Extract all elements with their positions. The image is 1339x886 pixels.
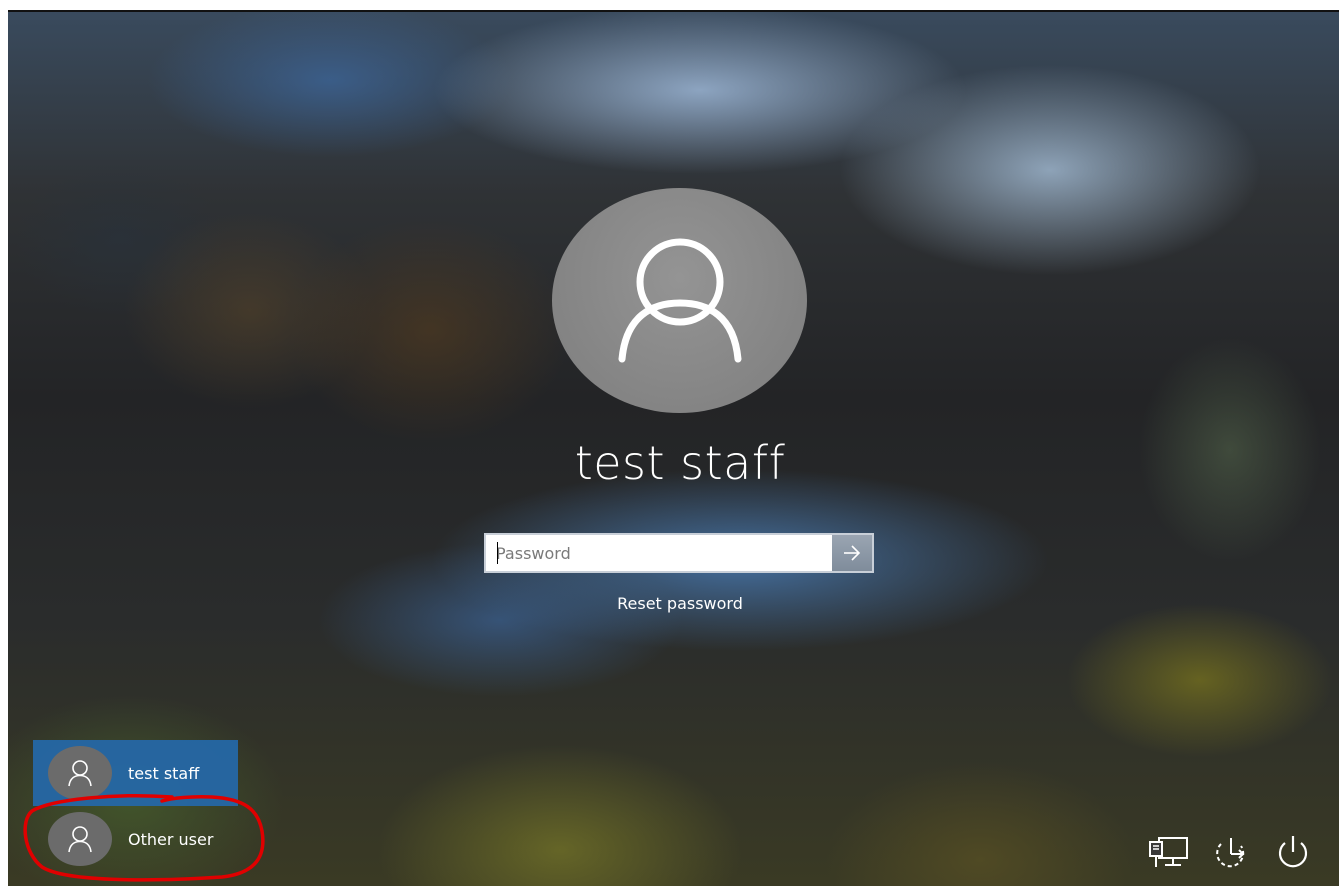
arrow-right-icon bbox=[844, 545, 861, 561]
user-avatar-small bbox=[48, 746, 112, 800]
selected-user-name: test staff bbox=[574, 436, 786, 490]
screenshot-top-border bbox=[0, 0, 1339, 12]
person-icon bbox=[68, 826, 92, 853]
ease-of-access-icon[interactable] bbox=[1209, 832, 1253, 872]
user-list: test staff Other user bbox=[33, 740, 238, 872]
user-list-item-test-staff[interactable]: test staff bbox=[33, 740, 238, 806]
password-box bbox=[484, 533, 874, 573]
system-tray bbox=[1129, 830, 1315, 874]
network-icon[interactable] bbox=[1147, 832, 1191, 872]
submit-button[interactable] bbox=[832, 535, 872, 571]
person-icon bbox=[68, 760, 92, 787]
user-avatar-large bbox=[552, 188, 807, 413]
user-list-item-label: Other user bbox=[128, 829, 214, 849]
text-caret bbox=[497, 542, 498, 564]
screenshot-left-border bbox=[0, 0, 8, 886]
power-icon[interactable] bbox=[1271, 832, 1315, 872]
user-avatar-small bbox=[48, 812, 112, 866]
person-icon bbox=[618, 238, 742, 363]
user-list-item-label: test staff bbox=[128, 763, 200, 783]
reset-password-link[interactable]: Reset password bbox=[480, 594, 880, 613]
password-input[interactable] bbox=[486, 535, 832, 571]
lock-screen: test staff Reset password test staff Oth… bbox=[0, 0, 1339, 886]
user-list-item-other-user[interactable]: Other user bbox=[33, 806, 238, 872]
